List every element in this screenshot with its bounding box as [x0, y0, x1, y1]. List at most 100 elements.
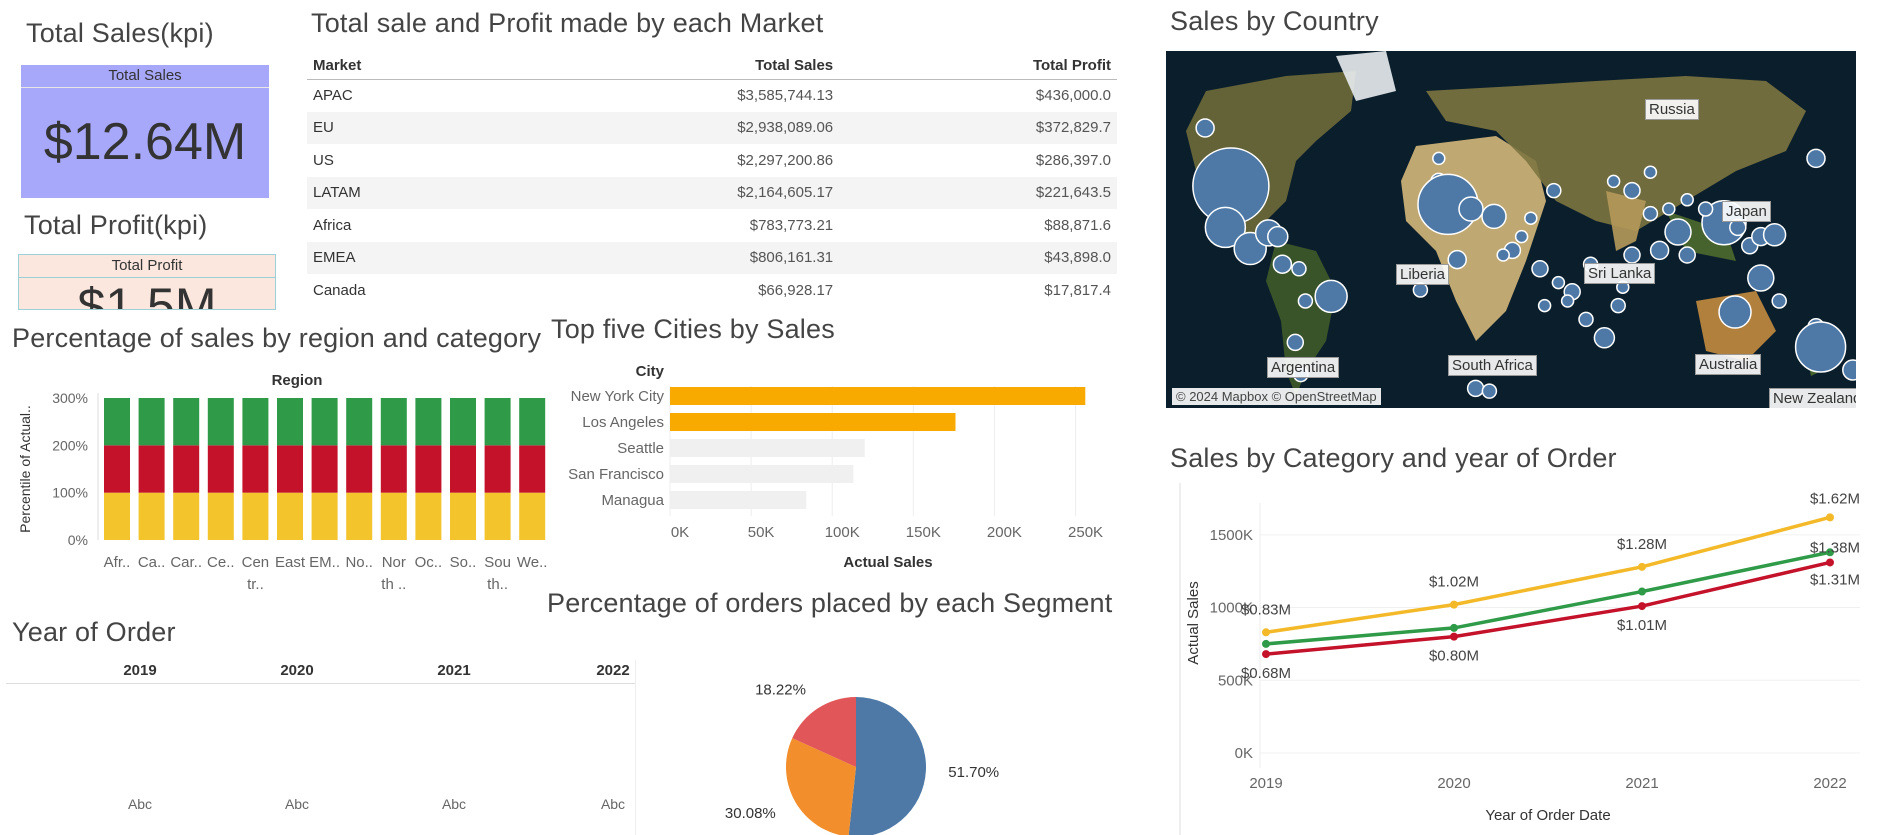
top-cities-bar-chart[interactable]: City 0K 50K 100K 150K 200K 250K New York City Lo…	[548, 356, 1128, 576]
stacked-bar-segment	[450, 398, 476, 446]
country-sales-bubble	[1771, 293, 1787, 309]
table-row[interactable]: EMEA $806,161.31 $43,898.0	[307, 241, 1117, 274]
year-column-header[interactable]: 2019	[100, 662, 180, 679]
stacked-bar-segment	[311, 398, 338, 446]
stacked-bar-segment	[380, 492, 407, 540]
stacked-bar-segment	[207, 492, 234, 540]
region-stacked-bar-chart[interactable]: Region Percentile of Actual.. 0% 100% 200% 30…	[10, 365, 550, 595]
x-tick-label: No..	[345, 554, 373, 571]
map-label-australia: Australia	[1695, 354, 1762, 375]
country-sales-bubble	[1432, 151, 1446, 166]
country-sales-bubble	[1314, 279, 1348, 314]
table-row[interactable]: Africa $783,773.21 $88,871.6	[307, 209, 1117, 242]
stacked-bar-segment	[415, 398, 442, 446]
sales-cell: $783,773.21	[749, 216, 834, 234]
market-cell: LATAM	[307, 176, 507, 209]
country-sales-bubble	[1481, 203, 1507, 230]
data-point	[1262, 628, 1270, 637]
country-sales-bubble	[1680, 193, 1694, 207]
sales-cell: $3,585,744.13	[737, 87, 834, 104]
stacked-bar-segment	[173, 445, 200, 493]
pie-slice-label: 51.70%	[948, 764, 999, 781]
city-bar	[670, 491, 807, 509]
year-column-header[interactable]: 2020	[257, 662, 337, 679]
stacked-bar-segment	[138, 398, 165, 446]
table-row[interactable]: Canada $66,928.17 $17,817.4	[307, 274, 1117, 307]
year-column-header[interactable]: 2021	[414, 662, 494, 679]
country-sales-bubble	[1560, 294, 1575, 308]
x-tick-label: th ..	[381, 576, 406, 593]
map-title: Sales by Country	[1170, 6, 1379, 36]
column-header-total-profit[interactable]: Total Profit	[839, 53, 1117, 80]
country-sales-bubble	[1662, 202, 1676, 216]
column-header-total-sales[interactable]: Total Sales	[506, 53, 840, 80]
table-row[interactable]: US $2,297,200.86 $286,397.0	[307, 144, 1117, 177]
table-row[interactable]: APAC $3,585,744.13 $436,000.0	[307, 79, 1117, 112]
country-sales-bubble	[1593, 327, 1616, 349]
x-tick-label: So..	[450, 554, 477, 571]
year-cell-value: Abc	[127, 796, 153, 812]
country-sales-bubble	[1496, 248, 1510, 262]
stacked-bar-segment	[519, 398, 546, 446]
country-sales-bubble	[1649, 240, 1670, 261]
city-bar	[670, 413, 956, 431]
country-sales-bubble	[1842, 359, 1856, 381]
line-data-label: $0.68M	[1241, 665, 1291, 682]
stacked-bar-segment	[519, 492, 546, 540]
market-cell: EU	[307, 111, 507, 144]
market-table[interactable]: Market Total Sales Total Profit APAC $3,5…	[307, 53, 1117, 307]
stacked-bar-segment	[207, 445, 234, 493]
country-sales-bubble	[1412, 282, 1429, 298]
sales-cell: $2,297,200.86	[737, 151, 834, 169]
country-sales-bubble	[1747, 264, 1775, 292]
market-cell: US	[313, 151, 334, 169]
line-data-label: $0.83M	[1241, 601, 1291, 618]
table-row[interactable]: EU $2,938,089.06 $372,829.7	[307, 111, 1117, 144]
kpi-sales-header: Total Sales	[21, 65, 269, 88]
market-cell: APAC	[313, 87, 353, 104]
stacked-bar-segment	[484, 398, 511, 446]
year-cell-value: Abc	[284, 796, 310, 812]
stacked-bar-segment	[415, 492, 442, 540]
year-column-header[interactable]: 2022	[573, 662, 653, 679]
x-tick-label: 100K	[825, 524, 860, 541]
stacked-bar-segment	[450, 445, 476, 493]
y-tick-label: 300%	[52, 390, 88, 406]
segment-pie-chart[interactable]: 51.70% 30.08% 18.22%	[700, 680, 1020, 835]
line-data-label: $1.02M	[1429, 574, 1479, 591]
kpi-profit-value: $1.5M	[77, 278, 217, 310]
country-sales-bubble	[1664, 218, 1692, 246]
x-tick-label: 2022	[1813, 775, 1846, 792]
city-axis-header: City	[636, 363, 665, 380]
city-label: Managua	[601, 492, 664, 509]
country-sales-bubble	[1291, 261, 1307, 277]
data-point	[1638, 602, 1646, 611]
map-label-argentina: Argentina	[1267, 357, 1340, 378]
kpi-profit-card[interactable]: Total Profit $1.5M	[18, 254, 276, 310]
kpi-sales-card[interactable]: Total Sales $12.64M	[21, 65, 269, 198]
column-header-market[interactable]: Market	[307, 53, 507, 80]
country-sales-bubble	[1531, 260, 1549, 278]
map-label-sri-lanka: Sri Lanka	[1584, 263, 1656, 284]
x-tick-label: Sou	[484, 554, 511, 571]
year-table[interactable]: 2019 2020 2021 2022 Abc Abc Abc Abc	[6, 660, 636, 835]
pie-slice-label: 18.22%	[755, 681, 806, 698]
x-tick-label: Ca..	[138, 554, 166, 571]
kpi-profit-header: Total Profit	[19, 255, 275, 278]
city-label: Seattle	[617, 440, 664, 457]
profit-cell: $286,397.0	[1035, 151, 1111, 169]
market-table-title: Total sale and Profit made by each Marke…	[311, 8, 824, 38]
country-sales-bubble	[1458, 196, 1484, 222]
stacked-bar-segment	[104, 398, 130, 446]
country-sales-bubble	[1806, 148, 1826, 169]
map-attribution[interactable]: © 2024 Mapbox © OpenStreetMap	[1172, 388, 1381, 405]
table-row[interactable]: LATAM $2,164,605.17 $221,643.5	[307, 176, 1117, 209]
sales-map[interactable]: Russia Japan Liberia Sri Lanka Argentina Sout…	[1166, 51, 1856, 408]
country-sales-bubble	[1546, 182, 1562, 199]
market-cell: Canada	[313, 281, 366, 299]
map-label-new-zealand: New Zealand	[1769, 388, 1856, 408]
region-y-axis-label: Percentile of Actual..	[17, 405, 33, 533]
country-sales-bubble	[1267, 225, 1289, 248]
category-series-line	[1265, 550, 1831, 646]
category-line-chart[interactable]: 0K500K1000K1500KActual Sales2019 2020 2021…	[1170, 483, 1880, 835]
